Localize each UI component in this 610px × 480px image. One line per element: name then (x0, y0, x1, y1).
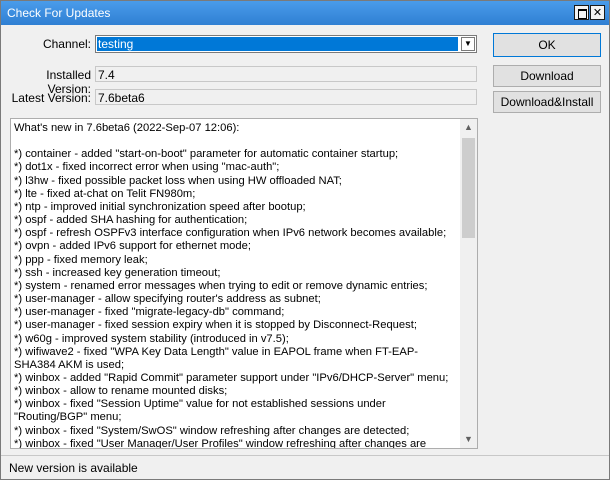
chevron-down-icon[interactable]: ▼ (461, 37, 475, 51)
check-for-updates-window: Check For Updates ✕ Channel: testing ▼ I… (0, 0, 610, 480)
scrollbar-thumb[interactable] (462, 138, 475, 238)
title-bar: Check For Updates ✕ (1, 1, 609, 25)
whats-new-textbox[interactable]: What's new in 7.6beta6 (2022-Sep-07 12:0… (10, 118, 478, 449)
ok-button[interactable]: OK (493, 33, 601, 57)
window-title: Check For Updates (7, 6, 111, 20)
scroll-up-icon[interactable]: ▲ (460, 119, 477, 136)
download-button[interactable]: Download (493, 65, 601, 87)
vertical-scrollbar[interactable]: ▲ ▼ (460, 119, 477, 448)
release-notes-text: What's new in 7.6beta6 (2022-Sep-07 12:0… (14, 122, 449, 449)
maximize-button[interactable] (574, 5, 589, 20)
scroll-down-icon[interactable]: ▼ (460, 431, 477, 448)
status-bar: New version is available (1, 455, 609, 479)
channel-select[interactable]: testing ▼ (95, 35, 477, 53)
latest-version-field: 7.6beta6 (95, 89, 477, 105)
channel-label: Channel: (42, 37, 91, 51)
close-button[interactable]: ✕ (590, 5, 605, 20)
latest-version-label: Latest Version: (11, 91, 91, 105)
download-install-button[interactable]: Download&Install (493, 91, 601, 113)
installed-version-field: 7.4 (95, 66, 477, 82)
status-text: New version is available (9, 461, 138, 475)
channel-select-value: testing (97, 37, 458, 51)
